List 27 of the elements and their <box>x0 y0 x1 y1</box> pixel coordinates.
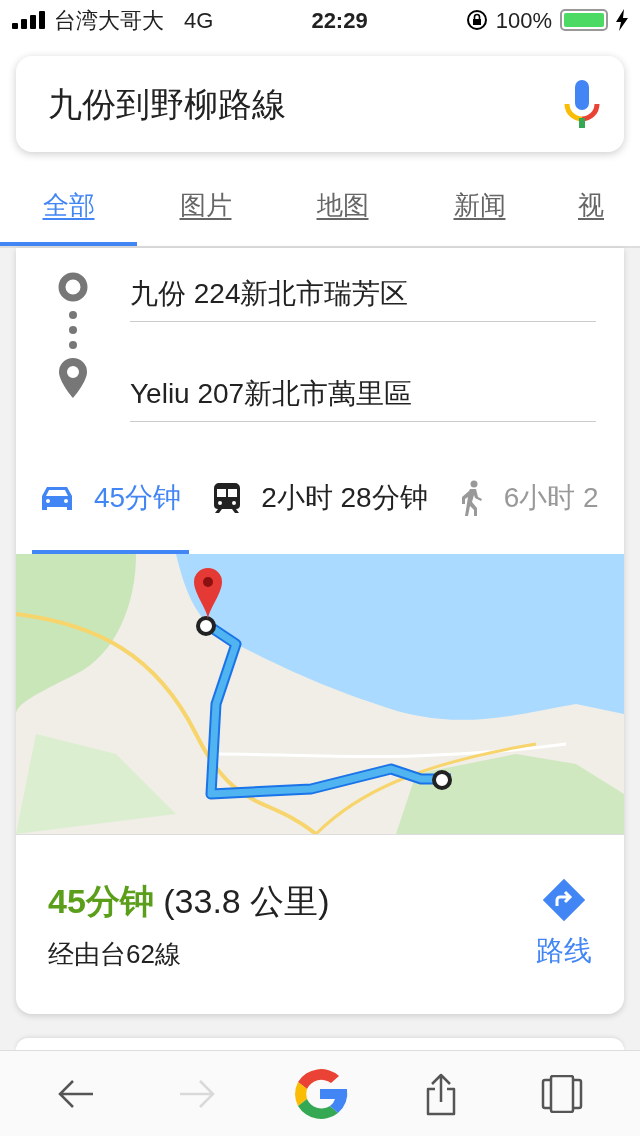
signal-icon <box>12 11 46 29</box>
rotation-lock-icon <box>465 9 488 31</box>
route-via-text: 经由台62線 <box>48 937 182 971</box>
carrier-name: 台湾大哥大 <box>54 6 164 35</box>
destination-field[interactable]: Yeliu 207新北市萬里區 <box>130 366 596 422</box>
search-tab[interactable]: 新闻 <box>411 168 548 246</box>
location-pin-icon <box>59 358 87 398</box>
search-field[interactable]: 九份到野柳路線 <box>16 56 624 152</box>
origin-field[interactable]: 九份 224新北市瑞芳区 <box>130 266 596 322</box>
directions-button[interactable]: 路线 <box>536 877 592 972</box>
network-type: 4G <box>184 6 214 35</box>
search-tab[interactable]: 地图 <box>274 168 411 246</box>
search-tab[interactable]: 图片 <box>137 168 274 246</box>
route-duration-line: 45分钟 (33.8 公里) <box>48 880 331 922</box>
dotted-line-icon <box>68 310 78 350</box>
battery-icon <box>560 9 608 31</box>
microphone-icon[interactable] <box>564 80 600 128</box>
clock-time: 22:29 <box>311 6 368 35</box>
origin-marker-icon <box>58 272 88 302</box>
battery-percent: 100% <box>495 6 552 35</box>
charging-bolt-icon <box>616 9 628 31</box>
search-query: 九份到野柳路線 <box>48 83 287 125</box>
walking-person-icon <box>459 480 484 516</box>
train-icon <box>213 482 242 514</box>
car-icon <box>40 484 74 512</box>
travel-mode-tab[interactable]: 2小时 28分钟 <box>205 462 436 554</box>
search-tab[interactable]: 视 <box>548 168 640 246</box>
